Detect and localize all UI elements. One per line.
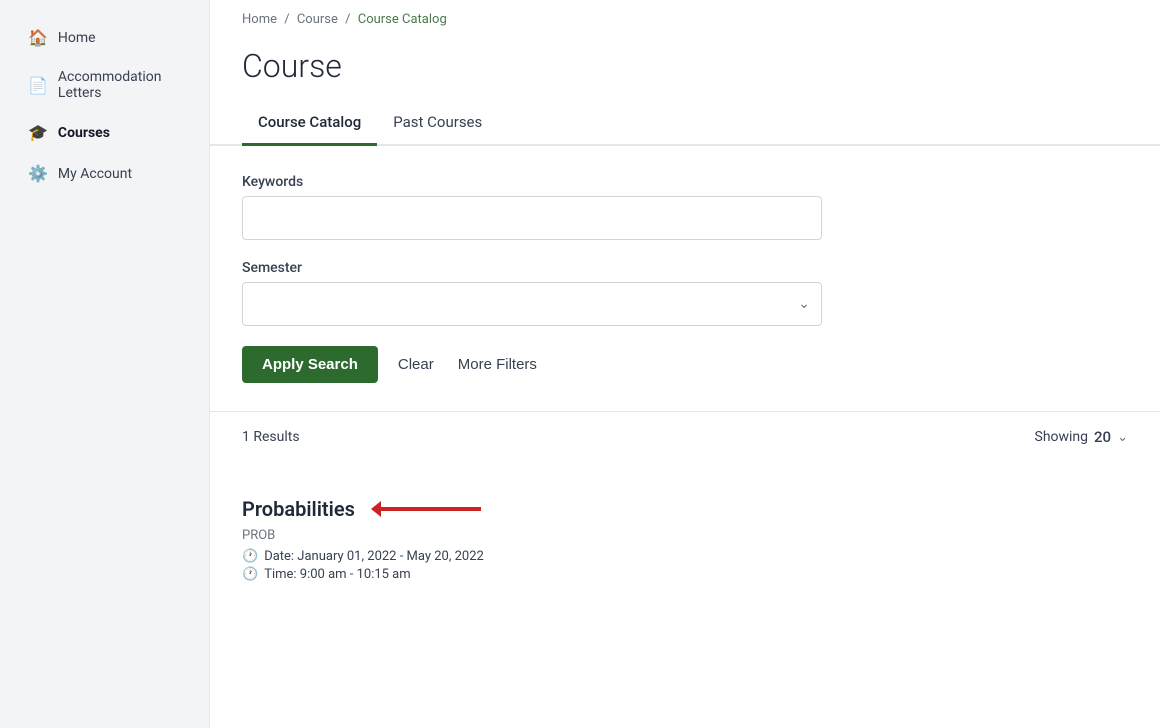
keywords-group: Keywords bbox=[242, 174, 1128, 240]
sidebar-item-label: My Account bbox=[58, 166, 132, 182]
sidebar-item-label: Home bbox=[58, 30, 96, 46]
breadcrumb-sep-2: / bbox=[345, 12, 350, 27]
course-name[interactable]: Probabilities bbox=[242, 497, 355, 521]
semester-label: Semester bbox=[242, 260, 1128, 276]
sidebar-item-courses[interactable]: 🎓 Courses bbox=[8, 113, 201, 152]
tab-bar: Course Catalog Past Courses bbox=[210, 101, 1160, 146]
document-icon: 📄 bbox=[28, 76, 48, 95]
course-code: PROB bbox=[242, 528, 1128, 543]
tab-past-courses[interactable]: Past Courses bbox=[377, 101, 498, 146]
sidebar-item-home[interactable]: 🏠 Home bbox=[8, 18, 201, 57]
arrow-annotation bbox=[371, 494, 491, 524]
sidebar-item-accommodation-letters[interactable]: 📄 Accommodation Letters bbox=[8, 59, 201, 111]
results-bar: 1 Results Showing 20 ⌄ bbox=[210, 411, 1160, 462]
keywords-input[interactable] bbox=[242, 196, 822, 240]
main-content: Home / Course / Course Catalog Course Co… bbox=[210, 0, 1160, 728]
sidebar-item-label: Courses bbox=[58, 125, 110, 141]
breadcrumb-sep-1: / bbox=[284, 12, 289, 27]
graduation-icon: 🎓 bbox=[28, 123, 48, 142]
search-buttons: Apply Search Clear More Filters bbox=[242, 346, 1128, 383]
breadcrumb-course[interactable]: Course bbox=[297, 12, 338, 27]
keywords-label: Keywords bbox=[242, 174, 1128, 190]
semester-group: Semester Spring 2022 Fall 2022 Spring 20… bbox=[242, 260, 1128, 326]
course-list: Probabilities PROB 🕐 Date: January 01, 2… bbox=[210, 462, 1160, 614]
table-row: Probabilities PROB 🕐 Date: January 01, 2… bbox=[242, 482, 1128, 594]
clock-icon: 🕐 bbox=[242, 549, 258, 564]
breadcrumb-current: Course Catalog bbox=[358, 12, 447, 27]
arrow-icon bbox=[371, 494, 491, 524]
search-section: Keywords Semester Spring 2022 Fall 2022 … bbox=[210, 146, 1160, 411]
clock-icon-2: 🕐 bbox=[242, 567, 258, 582]
sidebar-item-label: Accommodation Letters bbox=[58, 69, 181, 101]
page-title: Course bbox=[210, 39, 1160, 101]
semester-select[interactable]: Spring 2022 Fall 2022 Spring 2023 bbox=[242, 282, 822, 326]
apply-search-button[interactable]: Apply Search bbox=[242, 346, 378, 383]
course-time: Time: 9:00 am - 10:15 am bbox=[264, 567, 410, 582]
showing-label: Showing bbox=[1035, 429, 1089, 445]
results-count: 1 Results bbox=[242, 429, 300, 445]
showing-row: Showing 20 ⌄ bbox=[1035, 428, 1129, 446]
course-title-row: Probabilities bbox=[242, 494, 1128, 524]
tab-course-catalog[interactable]: Course Catalog bbox=[242, 101, 377, 146]
chevron-down-icon[interactable]: ⌄ bbox=[1117, 430, 1128, 445]
gear-icon: ⚙️ bbox=[28, 164, 48, 183]
showing-value: 20 bbox=[1094, 428, 1111, 446]
course-date: Date: January 01, 2022 - May 20, 2022 bbox=[264, 549, 484, 564]
course-date-row: 🕐 Date: January 01, 2022 - May 20, 2022 bbox=[242, 549, 1128, 564]
course-meta: 🕐 Date: January 01, 2022 - May 20, 2022 … bbox=[242, 549, 1128, 582]
breadcrumb: Home / Course / Course Catalog bbox=[210, 0, 1160, 39]
breadcrumb-home[interactable]: Home bbox=[242, 12, 277, 27]
home-icon: 🏠 bbox=[28, 28, 48, 47]
sidebar-item-my-account[interactable]: ⚙️ My Account bbox=[8, 154, 201, 193]
sidebar: 🏠 Home 📄 Accommodation Letters 🎓 Courses… bbox=[0, 0, 210, 728]
clear-button[interactable]: Clear bbox=[394, 346, 438, 383]
course-time-row: 🕐 Time: 9:00 am - 10:15 am bbox=[242, 567, 1128, 582]
more-filters-button[interactable]: More Filters bbox=[454, 346, 541, 383]
semester-select-wrapper: Spring 2022 Fall 2022 Spring 2023 ⌄ bbox=[242, 282, 822, 326]
